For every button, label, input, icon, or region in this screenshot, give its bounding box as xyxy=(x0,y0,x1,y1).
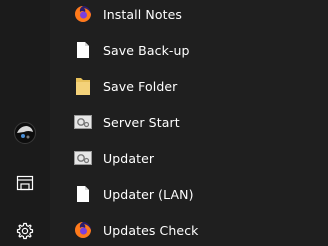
app-item-label: Server Start xyxy=(103,114,180,130)
app-item-label: Install Notes xyxy=(103,6,183,22)
app-item-updater[interactable]: Updater xyxy=(60,140,314,176)
app-item-label: Updates Check xyxy=(103,222,199,238)
settings-shortcut-icon xyxy=(74,111,92,133)
app-list: Install Notes Save Back-up Save Folder S… xyxy=(60,0,314,246)
firefox-icon xyxy=(74,219,92,241)
firefox-icon xyxy=(74,3,92,25)
documents-button[interactable] xyxy=(8,166,42,200)
scrollbar[interactable] xyxy=(314,0,328,246)
settings-button[interactable] xyxy=(8,214,42,246)
app-item-updates-check[interactable]: Updates Check xyxy=(60,212,314,246)
settings-shortcut-icon xyxy=(74,147,92,169)
document-icon xyxy=(74,39,92,61)
documents-icon xyxy=(16,175,34,191)
app-item-updater-lan[interactable]: Updater (LAN) xyxy=(60,176,314,212)
app-item-install-notes[interactable]: Install Notes xyxy=(60,0,314,32)
user-account-button[interactable] xyxy=(8,116,42,150)
app-item-label: Save Folder xyxy=(103,78,178,94)
app-item-server-start[interactable]: Server Start xyxy=(60,104,314,140)
app-item-save-folder[interactable]: Save Folder xyxy=(60,68,314,104)
app-item-label: Updater xyxy=(103,150,155,166)
app-item-label: Updater (LAN) xyxy=(103,186,194,202)
app-item-label: Save Back-up xyxy=(103,42,190,58)
app-item-save-backup[interactable]: Save Back-up xyxy=(60,32,314,68)
folder-icon xyxy=(74,75,92,97)
settings-gear-icon xyxy=(16,222,34,240)
user-avatar-icon xyxy=(14,122,36,144)
start-menu: Install Notes Save Back-up Save Folder S… xyxy=(0,0,328,246)
start-rail xyxy=(0,0,50,246)
document-icon xyxy=(74,183,92,205)
